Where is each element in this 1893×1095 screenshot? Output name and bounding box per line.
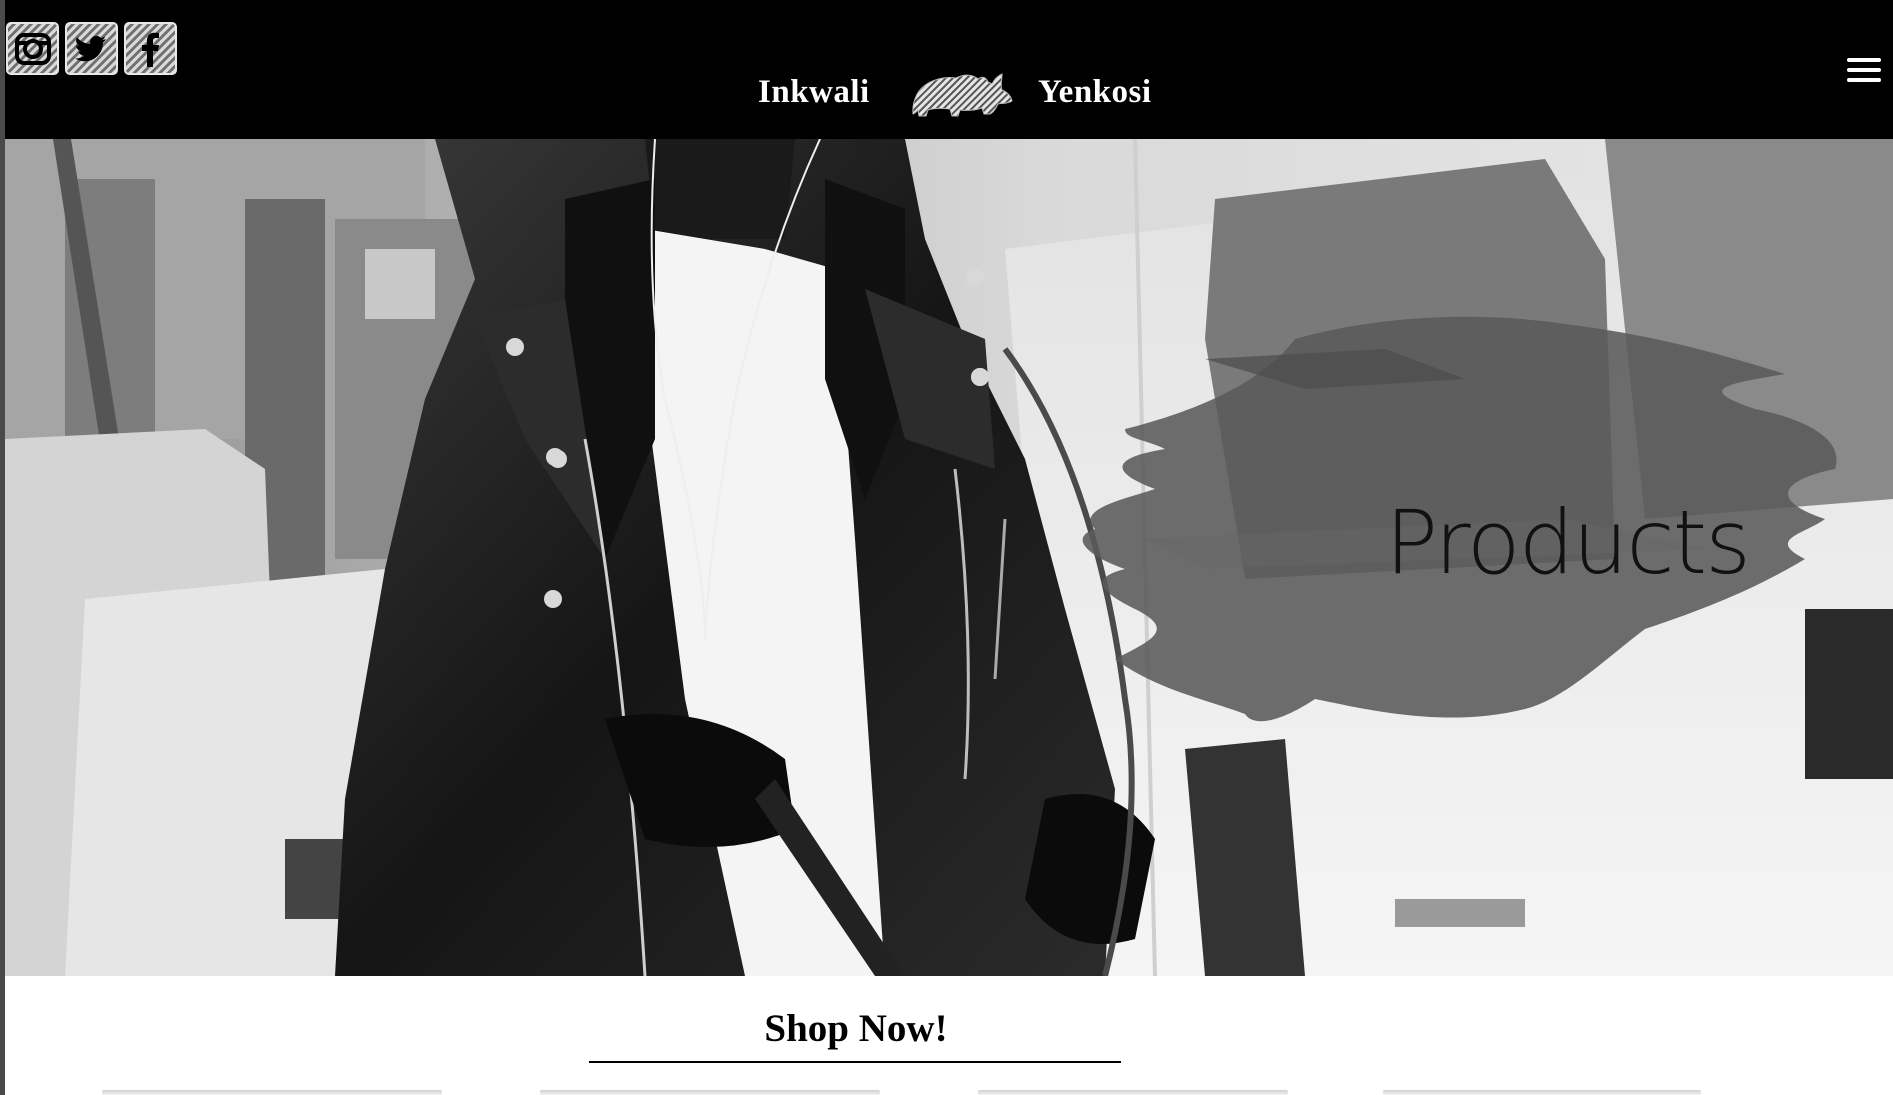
shop-now-heading[interactable]: Shop Now!: [590, 1006, 1122, 1051]
shop-now-underline: [589, 1061, 1121, 1063]
menu-line: [1847, 78, 1881, 82]
product-card[interactable]: [1383, 1090, 1701, 1095]
product-card[interactable]: [102, 1090, 442, 1095]
social-links: [6, 22, 177, 75]
twitter-icon: [74, 35, 106, 61]
menu-line: [1847, 68, 1881, 72]
instagram-link[interactable]: [6, 22, 59, 75]
menu-line: [1847, 58, 1881, 62]
rhino-logo-icon: [912, 73, 1013, 117]
hero-banner[interactable]: Products: [5, 139, 1893, 976]
brand-name-left: Inkwali: [758, 74, 870, 110]
brand-name-right: Yenkosi: [1038, 74, 1152, 110]
top-navbar: Inkwali Yenkosi: [5, 0, 1893, 139]
brand-lockup[interactable]: Inkwali Yenkosi: [5, 70, 1893, 120]
instagram-icon: [14, 32, 51, 65]
product-card[interactable]: [540, 1090, 880, 1095]
facebook-icon: [141, 32, 159, 67]
twitter-link[interactable]: [65, 22, 118, 75]
shop-section: Shop Now!: [5, 976, 1893, 1095]
hero-products-label: Products: [1385, 491, 1751, 594]
facebook-link[interactable]: [124, 22, 177, 75]
hamburger-menu-icon[interactable]: [1847, 58, 1881, 86]
product-card[interactable]: [978, 1090, 1288, 1095]
window-left-edge: [0, 0, 5, 1095]
